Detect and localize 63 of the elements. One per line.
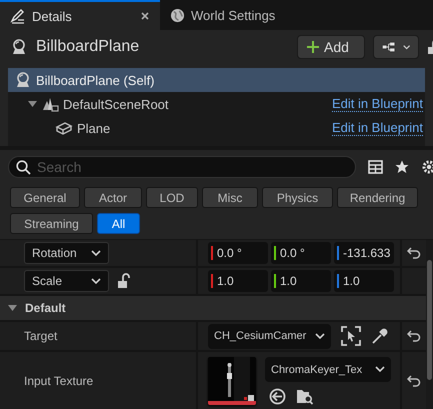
edit-link[interactable]: Edit in Blueprint: [332, 96, 423, 112]
asset-dropdown[interactable]: ChromaKeyer_Tex: [265, 357, 391, 382]
cube-icon: [55, 120, 73, 136]
category-label: Default: [25, 301, 66, 315]
filter-button[interactable]: All: [97, 213, 140, 234]
filter-button[interactable]: Misc: [202, 187, 258, 208]
component-row[interactable]: Plane Edit in Blueprint: [8, 116, 425, 140]
chevron-icon: [375, 366, 385, 373]
number-field[interactable]: 0.0 °: [208, 242, 268, 264]
number-field[interactable]: 1.0: [334, 270, 394, 292]
component-label: BillboardPlane (Self): [36, 72, 156, 88]
star-icon[interactable]: [395, 160, 409, 174]
number-field[interactable]: 0.0 °: [271, 242, 331, 264]
search-field[interactable]: Search: [8, 156, 356, 178]
table-icon[interactable]: [368, 160, 383, 174]
transform-dropdown[interactable]: Scale: [24, 270, 109, 292]
filter-button[interactable]: Actor: [84, 187, 142, 208]
actor-icon: [10, 38, 28, 56]
filter-button[interactable]: Physics: [262, 187, 333, 208]
globe-icon: [170, 8, 185, 22]
browse-folder-icon[interactable]: [296, 388, 314, 405]
use-selected-icon[interactable]: [269, 388, 286, 405]
property-label: Target: [24, 329, 58, 343]
close-icon[interactable]: [140, 11, 150, 21]
actor-icon: [14, 71, 32, 89]
reset-icon[interactable]: [407, 375, 421, 387]
component-row[interactable]: BillboardPlane (Self): [8, 68, 425, 92]
select-actor-icon[interactable]: [341, 326, 361, 346]
property-label: Input Texture: [24, 374, 94, 388]
component-label: DefaultSceneRoot: [63, 96, 170, 112]
scrollbar-thumb[interactable]: [427, 260, 432, 380]
scene-root-icon: [41, 96, 59, 112]
chevron-icon: [315, 332, 325, 340]
edit-link[interactable]: Edit in Blueprint: [332, 120, 423, 136]
expand-arrow-icon[interactable]: [28, 100, 37, 108]
component-row[interactable]: DefaultSceneRoot Edit in Blueprint: [8, 92, 425, 116]
search-icon: [16, 160, 31, 175]
number-field[interactable]: 1.0: [208, 270, 268, 292]
chevron-icon: [91, 250, 101, 256]
plus-icon: [306, 40, 320, 54]
actor-name: BillboardPlane: [36, 38, 140, 56]
eyedropper-icon[interactable]: [371, 327, 389, 345]
reset-icon[interactable]: [407, 330, 421, 342]
tab[interactable]: Details: [0, 0, 160, 30]
component-label: Plane: [77, 120, 112, 136]
filter-button[interactable]: General: [10, 187, 80, 208]
settings-icon[interactable]: [421, 159, 433, 175]
object-dropdown[interactable]: CH_CesiumCamer: [208, 324, 331, 348]
add-button[interactable]: Add: [297, 35, 365, 59]
filter-button[interactable]: Rendering: [337, 187, 418, 208]
number-field[interactable]: 1.0: [271, 270, 331, 292]
transform-dropdown[interactable]: Rotation: [24, 242, 109, 264]
hierarchy-icon: [382, 40, 397, 54]
category-header[interactable]: Default: [0, 296, 426, 322]
filter-button[interactable]: LOD: [146, 187, 198, 208]
pencil-icon: [10, 8, 26, 24]
reset-icon[interactable]: [407, 247, 421, 259]
filter-button[interactable]: Streaming: [10, 213, 93, 234]
tab[interactable]: World Settings: [160, 0, 286, 30]
chevron-icon: [402, 44, 410, 50]
hierarchy-dropdown[interactable]: [373, 35, 419, 59]
chevron-icon: [91, 278, 101, 284]
number-field[interactable]: -131.633: [334, 242, 394, 264]
